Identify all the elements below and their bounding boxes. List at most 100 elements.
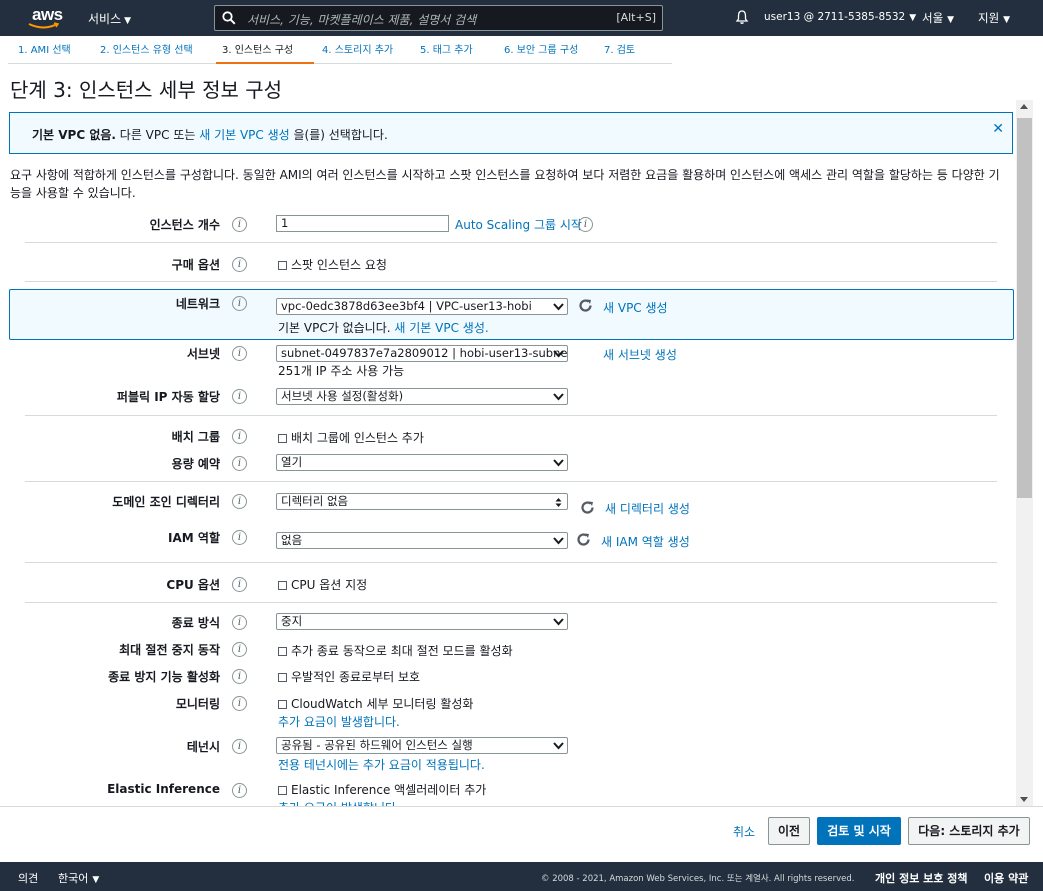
terms-link[interactable]: 이용 약관 [984,870,1028,886]
feedback-link[interactable]: 의견 [18,870,38,886]
cancel-button[interactable]: 취소 [733,823,755,840]
public-ip-select[interactable]: 서브넷 사용 설정(활성화) [276,388,568,405]
divider [25,562,997,563]
create-default-vpc-link-2[interactable]: 새 기본 VPC 생성. [394,321,488,335]
info-icon[interactable]: i [232,456,247,471]
spot-instance-checkbox[interactable]: 스팟 인스턴스 요청 [278,256,387,273]
checkbox[interactable] [278,434,287,443]
termination-protection-checkbox[interactable]: 우발적인 종료로부터 보호 [278,668,420,685]
refresh-icon[interactable] [580,500,595,515]
info-icon[interactable]: i [232,783,247,798]
info-icon[interactable]: i [232,217,247,232]
stop-hibernate-checkbox[interactable]: 추가 종료 동작으로 최대 절전 모드를 활성화 [278,642,513,659]
refresh-icon[interactable] [576,532,591,547]
domain-value: 디렉터리 없음 [281,494,349,508]
iam-value: 없음 [281,533,303,547]
region-menu[interactable]: 서울 ▼ [922,10,954,26]
placement-group-label: 배치 그룹 [171,430,220,444]
caret-down-icon: ▼ [909,13,917,23]
placement-group-checkbox[interactable]: 배치 그룹에 인스턴스 추가 [278,429,424,446]
info-icon[interactable]: i [578,217,593,232]
info-icon[interactable]: i [232,739,247,754]
capacity-reservation-label: 용량 예약 [171,457,220,471]
info-icon[interactable]: i [232,429,247,444]
step-add-tags[interactable]: 5. 태그 추가 [412,40,494,64]
services-menu[interactable]: 서비스 ▼ [88,10,131,27]
checkbox[interactable] [278,673,287,682]
monitoring-checkbox[interactable]: CloudWatch 세부 모니터링 활성화 [278,695,473,712]
step-add-storage[interactable]: 4. 스토리지 추가 [314,40,412,64]
checkbox[interactable] [278,581,287,590]
info-icon[interactable]: i [232,696,247,711]
no-default-vpc-text: 기본 VPC가 없습니다. [278,321,391,335]
divider [25,602,997,603]
create-iam-role-link[interactable]: 새 IAM 역할 생성 [601,533,690,550]
refresh-icon[interactable] [578,298,593,313]
privacy-policy-link[interactable]: 개인 정보 보호 정책 [875,870,967,886]
create-default-vpc-link[interactable]: 새 기본 VPC 생성 [199,128,289,142]
search-placeholder: 서비스, 기능, 마켓플레이스 제품, 설명서 검색 [247,13,477,27]
chevron-down-icon [553,303,564,311]
aws-logo[interactable]: aws [26,4,64,32]
language-menu[interactable]: 한국어 ▼ [58,870,99,886]
info-icon[interactable]: i [232,389,247,404]
next-add-storage-button[interactable]: 다음: 스토리지 추가 [908,817,1030,845]
info-icon[interactable]: i [232,346,247,361]
info-icon[interactable]: i [232,530,247,545]
tenancy-charge-note: 전용 테넌시에는 추가 요금이 적용됩니다. [278,758,485,772]
scroll-down-icon[interactable] [1020,797,1028,802]
network-label: 네트워크 [175,297,220,311]
checkbox[interactable] [278,647,287,656]
elastic-inference-checkbox[interactable]: Elastic Inference 액셀러레이터 추가 [278,781,486,798]
checkbox[interactable] [278,700,287,709]
info-icon[interactable]: i [232,642,247,657]
review-and-launch-button[interactable]: 검토 및 시작 [817,817,901,845]
step-instance-type[interactable]: 2. 인스턴스 유형 선택 [94,40,216,64]
subnet-select[interactable]: subnet-0497837e7a2809012 | hobi-user13-s… [276,345,568,362]
step-security-group[interactable]: 6. 보안 그룹 구성 [494,40,596,64]
network-select[interactable]: vpc-0edc3878d63ee3bf4 | VPC-user13-hobi [276,298,568,315]
aws-smile-icon [28,22,60,29]
tenancy-select[interactable]: 공유됨 - 공유된 하드웨어 인스턴스 실행 [276,737,568,754]
info-icon[interactable]: i [232,257,247,272]
info-icon[interactable]: i [232,669,247,684]
info-icon[interactable]: i [232,494,247,509]
alert-title: 기본 VPC 없음. [32,128,116,142]
create-subnet-link[interactable]: 새 서브넷 생성 [603,346,677,363]
bell-icon[interactable] [734,9,750,25]
step-configure-instance[interactable]: 3. 인스턴스 구성 [216,40,314,64]
account-menu[interactable]: user13 @ 2711-5385-8532 ▼ [764,11,916,23]
vertical-scrollbar[interactable] [1016,100,1033,806]
cpu-options-checkbox[interactable]: CPU 옵션 지정 [278,576,367,593]
scroll-up-icon[interactable] [1020,104,1028,109]
step-review[interactable]: 7. 검토 [596,40,672,64]
scrollbar-thumb[interactable] [1017,118,1032,498]
elastic-inference-text: Elastic Inference 액셀러레이터 추가 [291,783,487,797]
close-icon[interactable]: ✕ [992,121,1004,137]
domain-directory-select[interactable]: 디렉터리 없음 [276,493,568,510]
info-icon[interactable]: i [232,296,247,311]
create-vpc-link[interactable]: 새 VPC 생성 [603,299,668,316]
checkbox[interactable] [278,261,287,270]
services-label: 서비스 [88,12,122,26]
support-menu[interactable]: 지원 ▼ [978,10,1010,26]
previous-button[interactable]: 이전 [768,817,810,845]
chevron-down-icon [553,393,564,401]
create-directory-link[interactable]: 새 디렉터리 생성 [605,500,690,517]
shutdown-behavior-select[interactable]: 중지 [276,613,568,630]
caret-down-icon: ▼ [92,875,100,885]
step-ami[interactable]: 1. AMI 선택 [8,40,94,64]
info-icon[interactable]: i [232,577,247,592]
capacity-reservation-select[interactable]: 열기 [276,454,568,471]
instance-count-input[interactable]: 1 [276,215,449,232]
shutdown-behavior-label: 종료 방식 [171,616,220,630]
checkbox[interactable] [278,786,287,795]
monitoring-text: CloudWatch 세부 모니터링 활성화 [291,697,474,711]
network-value: vpc-0edc3878d63ee3bf4 | VPC-user13-hobi [281,299,532,313]
alert-text: 기본 VPC 없음. 다른 VPC 또는 새 기본 VPC 생성 을(를) 선택… [32,126,388,143]
iam-role-label: IAM 역할 [168,531,220,545]
auto-scaling-link[interactable]: Auto Scaling 그룹 시작 [455,216,582,233]
search-input[interactable]: 서비스, 기능, 마켓플레이스 제품, 설명서 검색 [Alt+S] [214,5,663,31]
iam-role-select[interactable]: 없음 [276,532,568,549]
info-icon[interactable]: i [232,615,247,630]
